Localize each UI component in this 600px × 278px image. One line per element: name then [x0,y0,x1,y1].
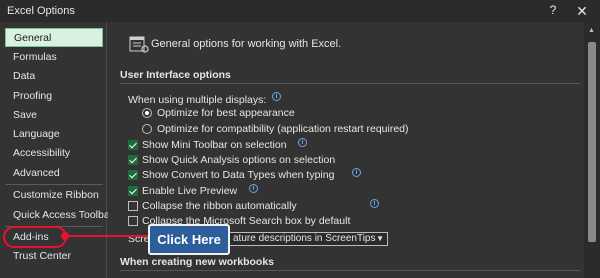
checkbox-collapse-ribbon[interactable] [128,201,138,211]
callout-connector-line [67,235,149,237]
add-ins-highlight-ring [3,226,67,248]
new-workbooks-heading: When creating new workbooks [120,256,275,268]
checkbox-collapse-search[interactable] [128,216,138,226]
sidebar-item-save[interactable]: Save [5,106,103,125]
checkbox-quick-analysis[interactable] [128,155,138,165]
sidebar-item-general[interactable]: General [5,28,103,47]
info-icon[interactable]: i [370,199,379,208]
checkbox-live-preview[interactable] [128,186,138,196]
window-title: Excel Options [7,5,75,17]
ui-options-heading: User Interface options [120,69,231,81]
click-here-callout: Click Here [148,224,230,255]
multiple-displays-label: When using multiple displays: [128,94,267,106]
sidebar-item-advanced[interactable]: Advanced [5,164,103,183]
section-divider [120,83,580,84]
info-icon[interactable]: i [298,138,307,147]
sidebar-item-quick-access-toolbar[interactable]: Quick Access Toolbar [5,206,113,225]
scrollbar-thumb[interactable] [588,42,596,242]
vertical-scrollbar[interactable]: ▲ [584,22,600,278]
checkbox-convert-data-types[interactable] [128,170,138,180]
sidebar-item-accessibility[interactable]: Accessibility [5,144,103,163]
info-icon[interactable]: i [352,168,361,177]
sidebar-item-trust-center[interactable]: Trust Center [5,247,103,266]
close-button[interactable]: ✕ [574,3,590,19]
radio-compatibility[interactable] [142,124,152,134]
screentip-style-value: ature descriptions in ScreenTips [233,233,376,244]
sidebar-item-formulas[interactable]: Formulas [5,48,103,67]
info-icon[interactable]: i [272,92,281,101]
sidebar-divider [5,184,103,185]
general-options-icon [129,36,149,53]
sidebar-item-language[interactable]: Language [5,125,103,144]
section-divider [120,270,580,271]
sidebar-item-proofing[interactable]: Proofing [5,87,103,106]
radio-best-appearance[interactable] [142,108,152,118]
sidebar-item-data[interactable]: Data [5,67,103,86]
info-icon[interactable]: i [249,184,258,193]
screentip-style-select[interactable]: ature descriptions in ScreenTips ▼ [228,232,388,246]
scroll-up-arrow-icon[interactable]: ▲ [588,27,595,34]
page-title: General options for working with Excel. [151,38,342,50]
checkbox-mini-toolbar-label: Show Mini Toolbar on selection [142,139,287,151]
help-button[interactable]: ? [545,3,561,19]
radio-compatibility-label: Optimize for compatibility (application … [157,123,409,135]
checkbox-quick-analysis-label: Show Quick Analysis options on selection [142,154,336,166]
checkbox-live-preview-label: Enable Live Preview [142,185,238,197]
checkbox-collapse-ribbon-label: Collapse the ribbon automatically [142,200,297,212]
checkbox-mini-toolbar[interactable] [128,140,138,150]
radio-best-appearance-label: Optimize for best appearance [157,107,295,119]
checkbox-convert-data-types-label: Show Convert to Data Types when typing [142,169,335,181]
sidebar-item-customize-ribbon[interactable]: Customize Ribbon [5,186,103,205]
title-bar: Excel Options ? ✕ [0,0,600,22]
dropdown-arrow-icon: ▼ [376,234,384,243]
